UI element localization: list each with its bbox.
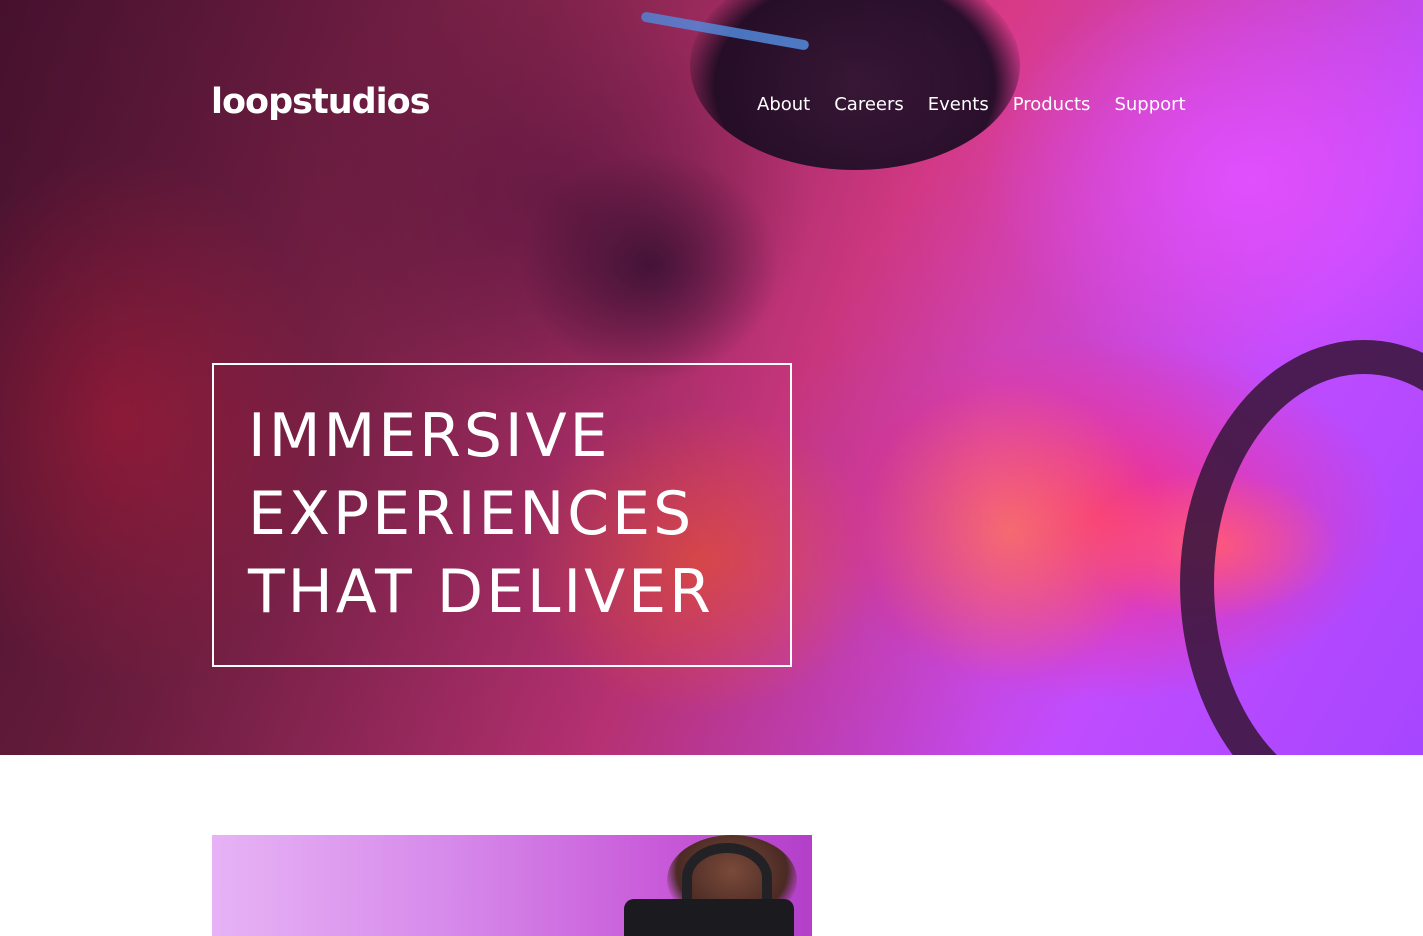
headline-line-1: IMMERSIVE xyxy=(248,401,611,471)
headline-line-3: THAT DELIVER xyxy=(248,557,714,627)
nav-careers[interactable]: Careers xyxy=(834,93,904,117)
nav-about[interactable]: About xyxy=(757,93,810,117)
page: loopstudios About Careers Events Product… xyxy=(0,0,1423,936)
nav-support[interactable]: Support xyxy=(1114,93,1185,117)
vr-headset-shape xyxy=(624,899,794,936)
hero-headline: IMMERSIVE EXPERIENCES THAT DELIVER xyxy=(248,397,788,631)
interactive-vr-image xyxy=(212,835,812,936)
nav-events[interactable]: Events xyxy=(928,93,989,117)
nav-products[interactable]: Products xyxy=(1013,93,1091,117)
main-nav: About Careers Events Products Support xyxy=(757,93,1186,117)
logo[interactable]: loopstudios xyxy=(211,82,431,122)
hero-section: loopstudios About Careers Events Product… xyxy=(0,0,1423,755)
headline-line-2: EXPERIENCES xyxy=(248,479,695,549)
headline-box: IMMERSIVE EXPERIENCES THAT DELIVER xyxy=(212,363,792,667)
